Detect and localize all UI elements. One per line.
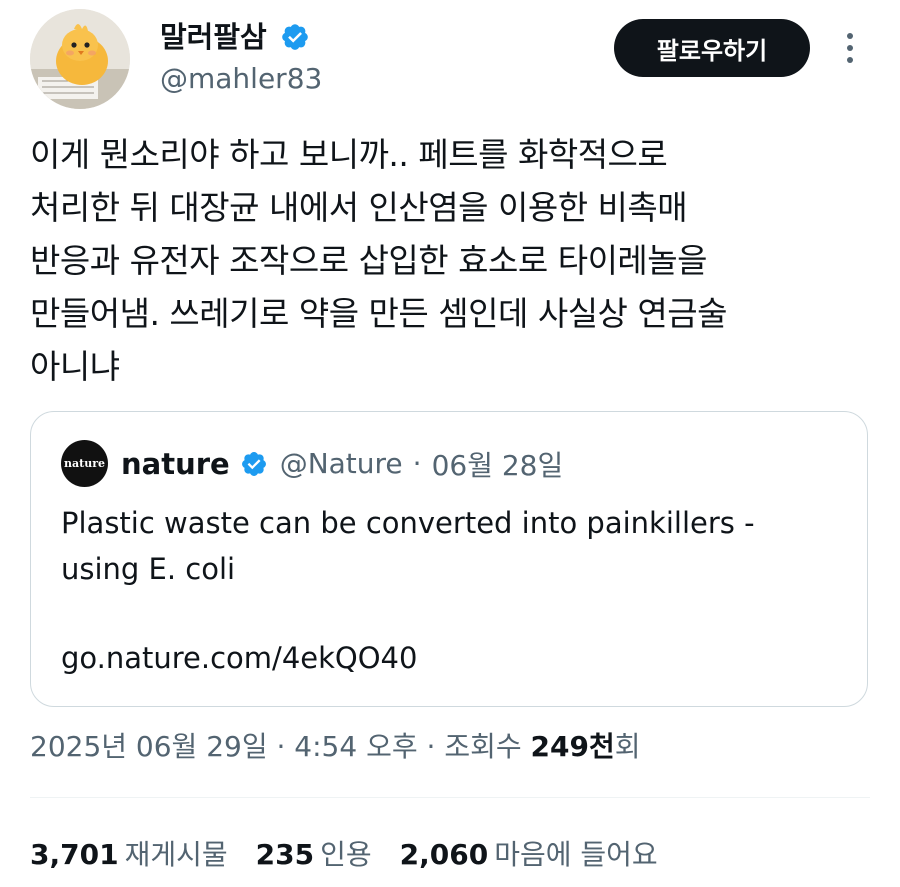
- verified-badge-icon: [241, 451, 266, 476]
- author-display-name[interactable]: 말러팔삼: [160, 18, 267, 56]
- quoted-author-name: nature: [121, 446, 230, 481]
- views-count: 249천: [530, 730, 615, 763]
- quotes-count: 235: [255, 838, 315, 871]
- quoted-tweet-text: Plastic waste can be converted into pain…: [61, 506, 755, 586]
- more-vertical-icon[interactable]: [838, 28, 862, 68]
- quotes-label: 인용: [320, 838, 372, 871]
- likes-stat[interactable]: 2,060 마음에 들어요: [400, 833, 658, 877]
- tweet-timestamp[interactable]: 2025년 06월 29일 · 4:54 오후 ·: [30, 730, 435, 763]
- quoted-author-handle: @Nature: [279, 447, 403, 480]
- views-suffix: 회: [614, 730, 641, 763]
- chick-avatar-icon: [30, 9, 130, 109]
- tweet-text: 이게 뭔소리야 하고 보니까.. 페트를 화학적으로 처리한 뒤 대장균 내에서…: [30, 135, 728, 386]
- reposts-stat[interactable]: 3,701 재게시물: [30, 833, 228, 877]
- author-info: 말러팔삼 @mahler83: [160, 18, 322, 98]
- engagement-stats: 3,701 재게시물 235 인용 2,060 마음에 들어요: [30, 833, 686, 877]
- quoted-tweet-header: nature nature @Nature · 06월 28일: [61, 440, 563, 487]
- quotes-stat[interactable]: 235 인용: [256, 833, 372, 877]
- likes-count: 2,060: [399, 838, 489, 871]
- tweet-meta: 2025년 06월 29일 · 4:54 오후 · 조회수 249천회: [30, 725, 640, 769]
- follow-button[interactable]: 팔로우하기: [614, 19, 810, 77]
- quoted-tweet-date: 06월 28일: [431, 448, 564, 482]
- verified-badge-icon[interactable]: [280, 22, 310, 52]
- reposts-count: 3,701: [30, 838, 119, 871]
- reposts-label: 재게시물: [124, 838, 228, 871]
- likes-label: 마음에 들어요: [494, 838, 658, 871]
- dot-separator: ·: [412, 447, 422, 480]
- divider: [30, 797, 870, 798]
- quoted-tweet-card[interactable]: nature nature @Nature · 06월 28일 Plastic …: [30, 411, 868, 707]
- nature-logo-avatar: nature: [61, 440, 108, 487]
- avatar[interactable]: [30, 9, 130, 109]
- author-handle[interactable]: @mahler83: [160, 60, 322, 98]
- quoted-tweet-link[interactable]: go.nature.com/4ekQO40: [61, 635, 417, 681]
- views-prefix: 조회수: [444, 730, 522, 763]
